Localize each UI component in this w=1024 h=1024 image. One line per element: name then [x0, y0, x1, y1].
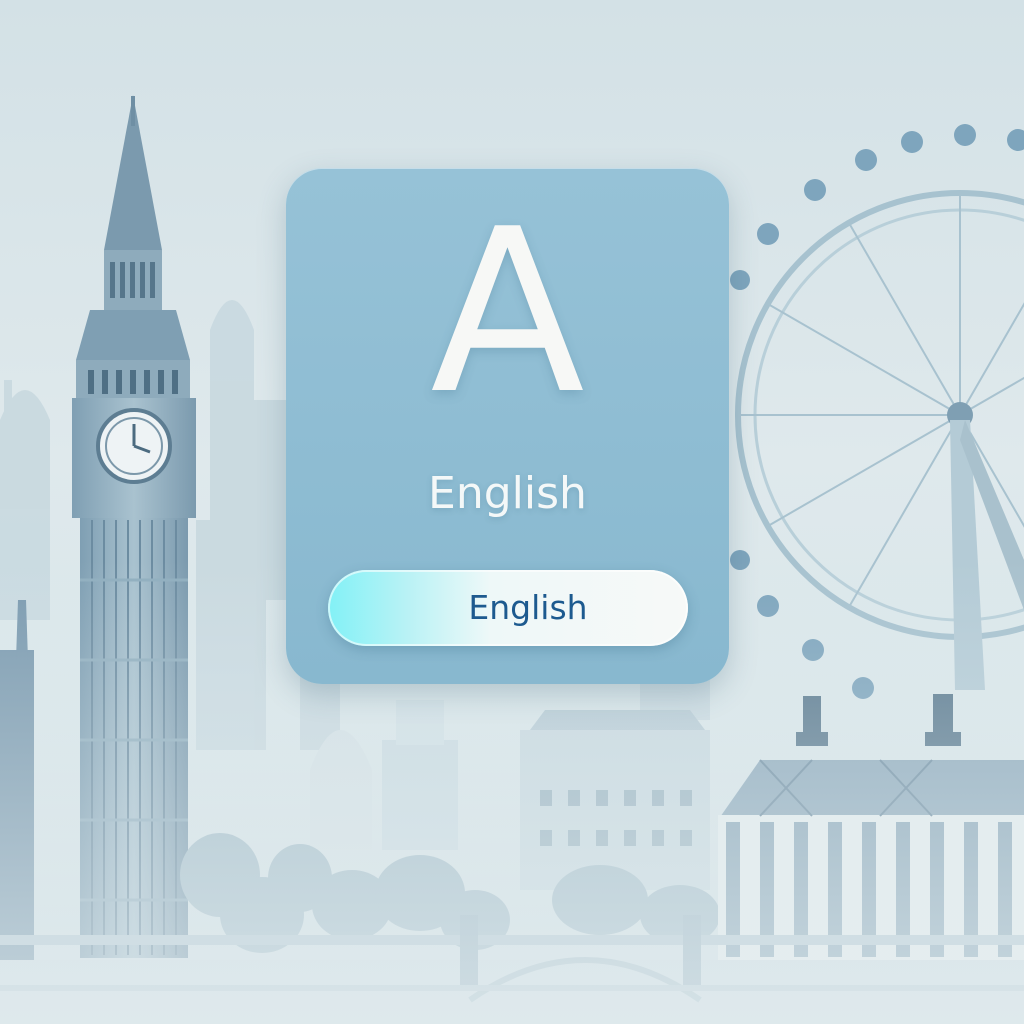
language-select-button[interactable]: English — [328, 570, 688, 646]
language-select-label: English — [468, 588, 588, 627]
language-title: English — [428, 468, 587, 519]
language-letter-icon: A — [430, 181, 585, 444]
